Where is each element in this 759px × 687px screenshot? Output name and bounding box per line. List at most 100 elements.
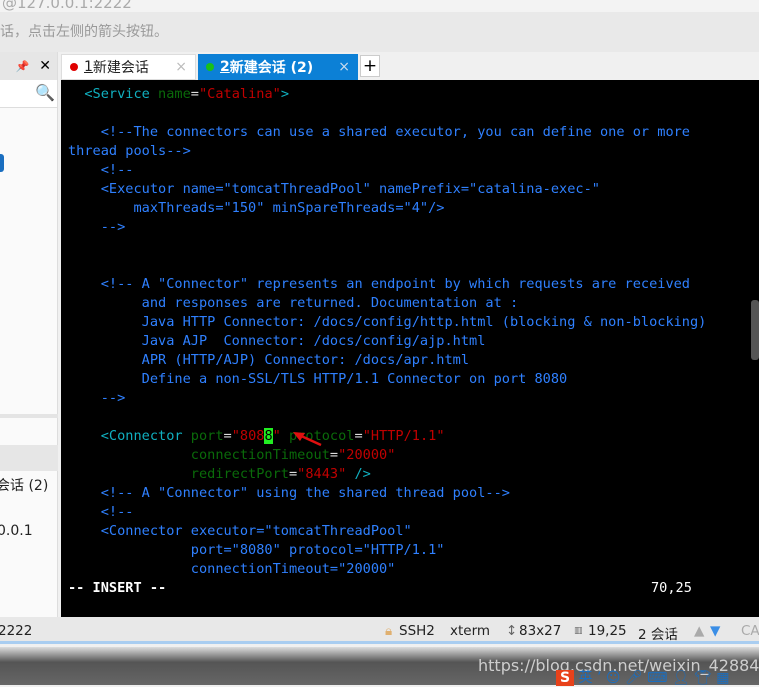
code-token: APR (HTTP/AJP) Connector: /docs/apr.html (68, 352, 470, 368)
terminal-line: <Executor name="tomcatThreadPool" namePr… (68, 180, 706, 199)
resize-icon: ↕ (506, 623, 518, 639)
sidebar-item-host[interactable]: 0.0.1 (0, 523, 55, 539)
terminal-line: --> (68, 218, 706, 237)
status-size: 83x27 (519, 623, 562, 639)
code-token: <!-- A "Connector" using the shared thre… (68, 485, 510, 501)
code-token: redirectPort (68, 466, 289, 482)
terminal-line: <!-- (68, 503, 706, 522)
ime-toolbar[interactable]: S 英 ’ ☺ 🎤︎ ⌨ 👤︎ 👕︎ ▦ (556, 667, 730, 687)
terminal-line: Define a non-SSL/TLS HTTP/1.1 Connector … (68, 370, 706, 389)
tab-label: 新建会话 (2) (229, 60, 314, 76)
ime-logo: S (556, 670, 575, 686)
terminal-line: maxThreads="150" minSpareThreads="4"/> (68, 199, 706, 218)
terminal-line: thread pools--> (68, 142, 706, 161)
terminal[interactable]: <Service name="Catalina"> <!--The connec… (61, 80, 759, 617)
terminal-line: <Service name="Catalina"> (68, 85, 706, 104)
window-title: @127.0.0.1:2222 (0, 0, 759, 12)
status-dot-icon (206, 63, 214, 71)
terminal-line: <!--The connectors can use a shared exec… (68, 123, 706, 142)
status-cursor: 19,25 (588, 623, 627, 639)
code-token: <Executor name="tomcatThreadPool" namePr… (68, 181, 600, 197)
terminal-text: <Service name="Catalina"> <!--The connec… (68, 85, 706, 598)
code-token: = (190, 86, 199, 102)
divider (0, 414, 58, 418)
arrow-up-icon[interactable]: ▲ (694, 623, 704, 639)
code-token: = (354, 428, 363, 444)
terminal-line: APR (HTTP/AJP) Connector: /docs/apr.html (68, 351, 706, 370)
code-token: name (158, 86, 191, 102)
code-token: "20000" (338, 447, 396, 463)
hint-bar: 话，点击左侧的箭头按钮。 (0, 12, 759, 52)
code-token: <!--The connectors can use a shared exec… (68, 124, 690, 140)
close-icon[interactable]: ✕ (39, 58, 51, 74)
code-token: <Service (68, 86, 159, 102)
code-token: port="8080" protocol="HTTP/1.1" (68, 542, 445, 558)
terminal-line: <!-- (68, 161, 706, 180)
status-host: 2222 (0, 623, 33, 639)
status-protocol: SSH2 (399, 623, 435, 639)
code-token: <Connector executor="tomcatThreadPool" (68, 523, 412, 539)
terminal-line: <Connector executor="tomcatThreadPool" (68, 522, 706, 541)
code-token: --> (68, 390, 126, 406)
pin-icon[interactable]: 📌 (16, 60, 30, 73)
code-token: = (288, 466, 298, 482)
tab-bar: 1 新建会话 × 2 新建会话 (2) × + (61, 52, 759, 80)
close-tab-icon[interactable]: × (175, 59, 187, 75)
status-terminal-type: xterm (450, 623, 491, 639)
sidebar-item-session[interactable]: 会话 (2) (0, 475, 54, 495)
code-token: --> (68, 219, 126, 235)
code-token: <!-- A "Connector" represents an endpoin… (68, 276, 690, 292)
code-token: port (190, 428, 224, 444)
terminal-line: and responses are returned. Documentatio… (68, 294, 706, 313)
session-sidebar: 📌 ✕ 🔍 会话 (2) 0.0.1 (0, 52, 58, 617)
tab-session-2[interactable]: 2 新建会话 (2) × (198, 54, 358, 80)
code-token: and responses are returned. Documentatio… (68, 295, 519, 311)
code-token: Define a non-SSL/TLS HTTP/1.1 Connector … (68, 371, 568, 387)
terminal-line: connectionTimeout="20000" (68, 446, 706, 465)
terminal-line: --> (68, 389, 706, 408)
lock-icon: 🔒︎ (385, 623, 393, 639)
tab-session-1[interactable]: 1 新建会话 × (61, 54, 196, 80)
search-icon[interactable]: 🔍 (35, 83, 55, 102)
terminal-line: connectionTimeout="20000" (68, 560, 706, 579)
tab-label: 新建会话 (92, 60, 149, 76)
terminal-line: <Connector port="8088" protocol="HTTP/1.… (68, 427, 706, 446)
code-token: Java HTTP Connector: /docs/config/http.h… (68, 314, 707, 330)
ime-lang[interactable]: 英 (579, 670, 593, 686)
sidebar-search-input[interactable]: 🔍 (0, 80, 57, 108)
selected-item-marker (0, 154, 4, 172)
code-token: "808 (231, 428, 265, 444)
code-token: /> (346, 466, 371, 482)
close-tab-icon[interactable]: × (338, 59, 350, 75)
code-token: connectionTimeout="20000" (68, 561, 396, 577)
add-tab-button[interactable]: + (360, 55, 380, 77)
terminal-line: -- INSERT -- (68, 579, 706, 598)
status-sessions: 2 会话 (638, 627, 678, 643)
terminal-cursor: 8 (264, 428, 273, 444)
code-token: "8443" (297, 466, 347, 482)
status-dot-icon (70, 63, 78, 71)
terminal-line: port="8080" protocol="HTTP/1.1" (68, 541, 706, 560)
code-token: <!-- (68, 504, 134, 520)
terminal-line: <!-- A "Connector" using the shared thre… (68, 484, 706, 503)
annotation-arrow-icon (293, 432, 322, 447)
cursor-icon: ▥ (574, 626, 583, 636)
code-token: connectionTimeout (68, 447, 330, 463)
terminal-line: <!-- A "Connector" represents an endpoin… (68, 275, 706, 294)
cursor-position: 70,25 (651, 580, 692, 596)
code-token: maxThreads="150" minSpareThreads="4"/> (68, 200, 445, 216)
code-token: "Catalina" (198, 86, 281, 102)
status-bar: 2222 🔒︎ SSH2 xterm ↕ 83x27 ▥ 19,25 2 会话 … (0, 617, 759, 644)
code-token: <!-- (68, 162, 134, 178)
code-token: = (329, 447, 339, 463)
arrow-down-icon[interactable]: ▼ (710, 623, 720, 639)
code-token: thread pools--> (68, 143, 191, 159)
status-caps: CA (741, 623, 759, 639)
code-token: -- INSERT -- (68, 580, 167, 596)
terminal-line: Java HTTP Connector: /docs/config/http.h… (68, 313, 707, 332)
scrollbar[interactable] (751, 300, 759, 360)
